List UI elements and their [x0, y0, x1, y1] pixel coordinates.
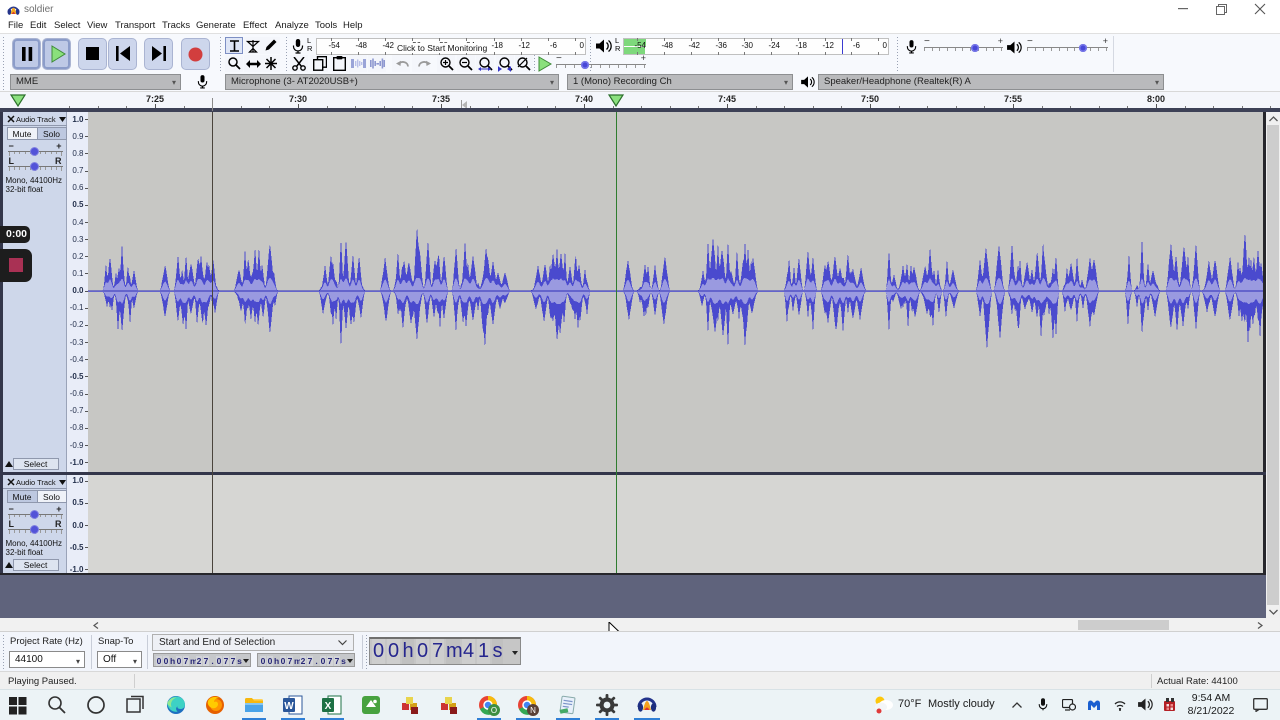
svg-text:W: W: [284, 701, 294, 712]
svg-text:X: X: [325, 701, 332, 712]
svg-text:O: O: [491, 706, 497, 715]
svg-text:N: N: [530, 706, 536, 715]
